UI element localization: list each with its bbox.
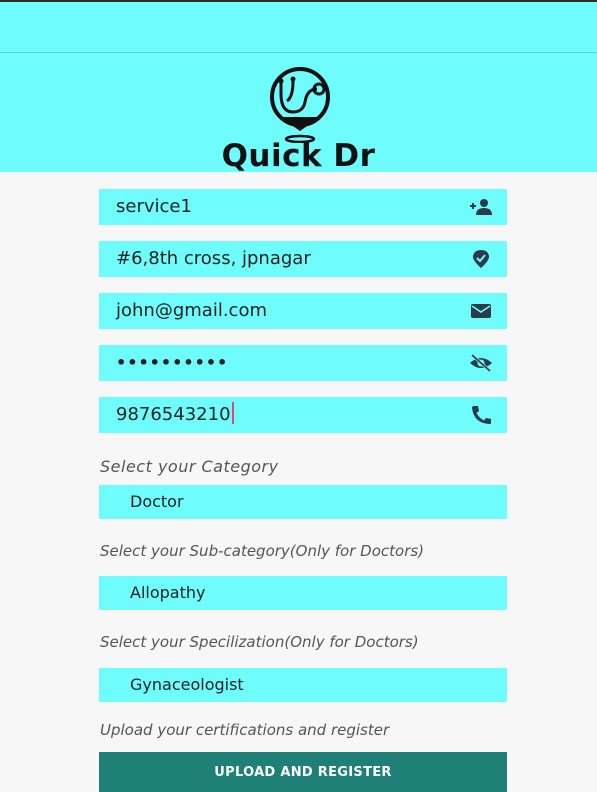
category-select[interactable]: Doctor: [99, 485, 507, 519]
app-header: Quick Dr: [0, 53, 597, 174]
status-bar: [0, 0, 597, 52]
subcategory-selected: Allopathy: [130, 583, 206, 602]
password-value: ••••••••••: [116, 353, 229, 372]
upload-hint: Upload your certifications and register: [100, 721, 390, 739]
app-title: Quick Dr: [221, 138, 376, 174]
password-field[interactable]: ••••••••••: [99, 345, 507, 381]
phone-icon: [469, 405, 493, 425]
mail-icon: [469, 301, 493, 321]
specialization-label: Select your Specilization(Only for Docto…: [100, 633, 419, 651]
subcategory-label: Select your Sub-category(Only for Doctor…: [100, 542, 425, 560]
email-value: john@gmail.com: [116, 300, 267, 321]
location-pin-icon: [469, 249, 493, 269]
upload-and-register-button[interactable]: UPLOAD AND REGISTER: [99, 752, 507, 792]
specialization-selected: Gynaceologist: [130, 675, 244, 694]
text-caret: [231, 402, 234, 424]
phone-field[interactable]: 9876543210: [99, 397, 507, 433]
service-name-field[interactable]: service1: [99, 189, 507, 225]
service-name-value: service1: [116, 196, 192, 217]
email-field[interactable]: john@gmail.com: [99, 293, 507, 329]
category-selected: Doctor: [130, 492, 184, 511]
subcategory-select[interactable]: Allopathy: [99, 576, 507, 610]
eye-off-icon[interactable]: [469, 353, 493, 373]
address-field[interactable]: #6,8th cross, jpnagar: [99, 241, 507, 277]
add-person-icon: [469, 197, 493, 217]
stethoscope-logo-icon: [243, 67, 357, 144]
phone-value: 9876543210: [116, 397, 234, 433]
category-label: Select your Category: [100, 457, 279, 476]
specialization-select[interactable]: Gynaceologist: [99, 668, 507, 702]
address-value: #6,8th cross, jpnagar: [116, 248, 311, 269]
